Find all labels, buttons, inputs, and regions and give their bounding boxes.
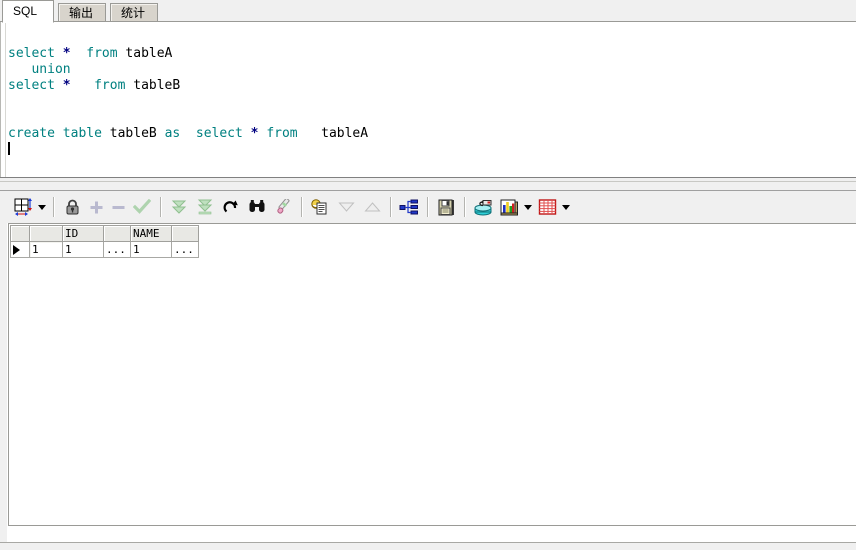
code-line: union	[8, 62, 71, 77]
token-keyword: select	[8, 46, 55, 61]
sql-editor-pane[interactable]: select * from tableA union select * from…	[0, 21, 856, 177]
chart-button[interactable]	[496, 194, 522, 220]
result-grid-panel[interactable]: ID NAME 1 1 ... 1 ...	[8, 223, 856, 526]
token-keyword: from	[94, 78, 126, 93]
token-keyword: from	[86, 46, 118, 61]
sql-worksheet-window: SQL 输出 统计 select * from tableA union sel…	[0, 0, 856, 550]
token-identifier: tableB	[109, 126, 157, 141]
toolbar-separator	[390, 197, 391, 217]
lock-record-button[interactable]	[59, 194, 85, 220]
token-operator: *	[62, 78, 71, 93]
toolbar-separator	[160, 197, 161, 217]
column-header-name[interactable]: NAME	[130, 225, 172, 242]
chevron-down-icon	[562, 204, 570, 210]
grid-layout-button[interactable]	[10, 194, 36, 220]
tab-sql-label: SQL	[13, 4, 38, 18]
grid-layout-dropdown[interactable]	[36, 194, 48, 220]
token-keyword: from	[266, 126, 298, 141]
clear-filter-button[interactable]	[270, 194, 296, 220]
copy-data-button[interactable]	[307, 194, 333, 220]
toolbar-separator	[464, 197, 465, 217]
toolbar-separator	[427, 197, 428, 217]
panel-left-margin	[0, 198, 7, 550]
tab-sql[interactable]: SQL	[2, 0, 55, 23]
fetch-next-rows-button[interactable]	[166, 194, 192, 220]
pane-splitter[interactable]	[0, 177, 856, 191]
cell-id[interactable]: 1	[62, 241, 104, 258]
sort-descending-button[interactable]	[333, 194, 359, 220]
column-header-name-spacer[interactable]	[171, 225, 199, 242]
column-header-id[interactable]: ID	[62, 225, 104, 242]
text-caret	[8, 142, 10, 155]
code-line: create table tableB as select * from tab…	[8, 126, 368, 141]
code-line: select * from tableA	[8, 46, 172, 61]
find-button[interactable]	[244, 194, 270, 220]
save-button[interactable]	[433, 194, 459, 220]
column-header-id-spacer[interactable]	[103, 225, 131, 242]
insert-record-button[interactable]	[85, 194, 107, 220]
table-view-button[interactable]	[534, 194, 560, 220]
current-row-arrow-icon	[13, 245, 20, 255]
table-view-dropdown[interactable]	[560, 194, 572, 220]
post-changes-button[interactable]	[129, 194, 155, 220]
cell-id-ellipsis[interactable]: ...	[103, 241, 131, 258]
sql-editor-text[interactable]: select * from tableA union select * from…	[8, 30, 856, 177]
row-marker-cell[interactable]	[10, 241, 30, 258]
chevron-down-icon	[524, 204, 532, 210]
refresh-button[interactable]	[218, 194, 244, 220]
token-keyword: table	[62, 126, 102, 141]
cell-name-ellipsis[interactable]: ...	[171, 241, 199, 258]
export-to-database-button[interactable]	[470, 194, 496, 220]
cell-name[interactable]: 1	[130, 241, 172, 258]
token-identifier: tableA	[125, 46, 173, 61]
token-keyword: union	[31, 62, 71, 77]
tab-output-label: 输出	[69, 6, 94, 20]
code-line: select * from tableB	[8, 78, 180, 93]
grid-corner-header[interactable]	[10, 225, 30, 242]
token-operator: *	[250, 126, 259, 141]
token-keyword: as	[164, 126, 181, 141]
panel-bottom-margin	[0, 542, 856, 550]
tab-strip: SQL 输出 统计	[0, 0, 856, 23]
result-grid-surface[interactable]: ID NAME 1 1 ... 1 ...	[10, 225, 856, 525]
tab-output[interactable]: 输出	[58, 3, 107, 22]
table-header-row: ID NAME	[10, 225, 199, 242]
chart-dropdown[interactable]	[522, 194, 534, 220]
row-number-cell[interactable]: 1	[29, 241, 63, 258]
editor-gutter	[0, 22, 6, 177]
token-keyword: select	[195, 126, 243, 141]
tab-statistics-label: 统计	[121, 6, 146, 20]
fetch-all-rows-button[interactable]	[192, 194, 218, 220]
token-identifier: tableA	[321, 126, 369, 141]
tab-statistics[interactable]: 统计	[110, 3, 159, 22]
delete-record-button[interactable]	[107, 194, 129, 220]
token-keyword: select	[8, 78, 55, 93]
token-operator: *	[62, 46, 71, 61]
token-keyword: create	[8, 126, 55, 141]
toolbar-separator	[53, 197, 54, 217]
token-identifier: tableB	[133, 78, 181, 93]
row-number-header[interactable]	[29, 225, 63, 242]
result-toolbar	[0, 191, 856, 223]
chevron-down-icon	[38, 204, 46, 210]
dependencies-button[interactable]	[396, 194, 422, 220]
sort-ascending-button[interactable]	[359, 194, 385, 220]
result-grid-table[interactable]: ID NAME 1 1 ... 1 ...	[10, 225, 199, 258]
table-row[interactable]: 1 1 ... 1 ...	[10, 241, 199, 258]
toolbar-separator	[301, 197, 302, 217]
